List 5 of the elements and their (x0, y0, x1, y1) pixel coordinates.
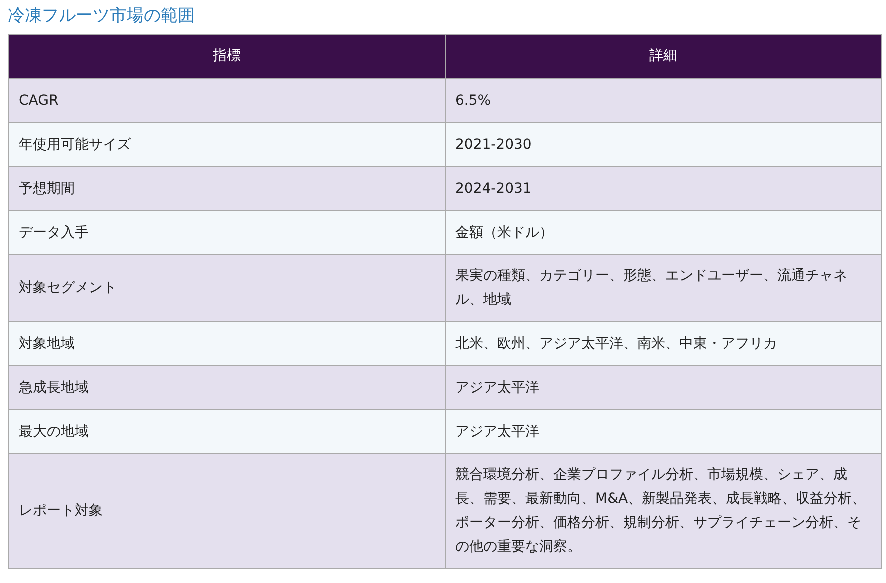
column-header: 指標 (8, 34, 445, 78)
column-header: 詳細 (445, 34, 882, 78)
section-title: 冷凍フルーツ市場の範囲 (8, 5, 196, 28)
table-cell: レポート対象 (8, 454, 445, 568)
table-cell: 競合環境分析、企業プロファイル分析、市場規模、シェア、成長、需要、最新動向、M&A、新製品発表、成長戦略、収益分析、ポーター分析、価格分析、規制分析、サプライチェーン分析、その他の重要な洞察。 (445, 454, 882, 568)
